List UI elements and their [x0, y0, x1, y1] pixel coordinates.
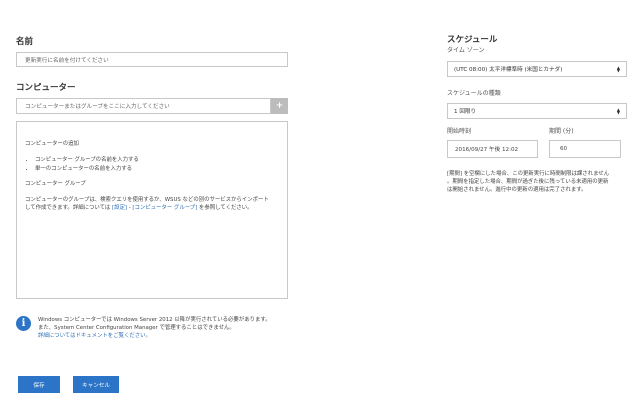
computer-search-input[interactable]: コンピューターまたはグループをここに入力してください: [16, 98, 271, 114]
desc-suffix: を参照してください。: [197, 204, 253, 211]
info-icon: i: [16, 316, 31, 331]
select-arrows-icon: ▲ ▼: [616, 107, 620, 115]
timezone-value: (UTC 08:00) 太平洋標準時 (米国とカナダ): [454, 67, 563, 73]
computer-search-placeholder: コンピューターまたはグループをここに入力してください: [25, 104, 170, 110]
computers-label: コンピューター: [16, 83, 76, 93]
note-text: [期間] を空欄にした場合、この更新実行に時間制限は課されませ: [447, 171, 604, 177]
schedule-note-line-1: [期間] を空欄にした場合、この更新実行に時間制限は課されません: [447, 170, 640, 178]
computer-groups-link[interactable]: [コンピューター グループ]: [132, 205, 197, 211]
schedule-type-select[interactable]: 1 回限り ▲ ▼: [447, 103, 627, 119]
computer-groups-desc-2: して作成できます。詳細については [設定] - [コンピューター グループ] を…: [25, 204, 279, 212]
name-input[interactable]: 更新実行に名前を付けてください: [16, 52, 288, 67]
schedule-type-value: 1 回限り: [454, 109, 477, 115]
schedule-note-line-3: は開始されません。進行中の更新の適用は完了されます。: [447, 187, 587, 194]
computer-groups-title: コンピューター グループ: [25, 181, 86, 188]
add-computers-title: コンピューターの追加: [25, 141, 79, 147]
note-text-end: ん: [603, 171, 610, 177]
add-computer-button[interactable]: +: [271, 98, 288, 114]
info-line-1: Windows コンピューターでは Windows Server 2012 以降…: [38, 317, 271, 323]
start-time-label: 開始時刻: [447, 128, 472, 135]
desc-prefix: して作成できます。詳細については: [25, 204, 112, 211]
list-item: コンピューター グループの名前を入力する: [35, 156, 279, 164]
cancel-button[interactable]: キャンセル: [73, 376, 119, 393]
list-item: 単一のコンピューターの名前を入力する: [35, 165, 279, 173]
docs-link[interactable]: 詳細についてはドキュメントをご覧ください。: [38, 332, 308, 340]
name-input-placeholder: 更新実行に名前を付けてください: [25, 57, 109, 64]
computer-groups-desc-1: コンピューターのグループは、検索クエリを使用するか、WSUS などの別のサービス…: [25, 196, 269, 203]
start-time-input[interactable]: 2016/09/27 午後 12:02: [447, 140, 538, 158]
timezone-select[interactable]: (UTC 08:00) 太平洋標準時 (米国とカナダ) ▲ ▼: [447, 61, 627, 77]
name-label: 名前: [16, 37, 34, 47]
settings-link[interactable]: [設定]: [112, 205, 127, 211]
schedule-type-label: スケジュールの種類: [447, 90, 501, 97]
computer-help-panel: コンピューターの追加 コンピューター グループの名前を入力する 単一のコンピュー…: [16, 121, 288, 299]
duration-input[interactable]: 60: [549, 140, 621, 158]
schedule-title: スケジュール: [447, 35, 498, 45]
info-note: Windows コンピューターでは Windows Server 2012 以降…: [38, 316, 308, 340]
save-button[interactable]: 保存: [18, 376, 60, 393]
duration-value: 60: [560, 146, 568, 152]
schedule-note: [期間] を空欄にした場合、この更新実行に時間制限は課されません 。期間を指定し…: [447, 170, 640, 194]
start-time-value: 2016/09/27 午後 12:02: [455, 147, 519, 153]
schedule-note-line-2: 。期間を指定した場合、期間が過ぎた後に残っている未適用の更新: [447, 179, 609, 186]
select-arrows-icon: ▲ ▼: [616, 65, 620, 73]
add-computers-list: コンピューター グループの名前を入力する 単一のコンピューターの名前を入力する: [25, 156, 279, 173]
info-line-2: また、System Center Configuration Manager で…: [38, 325, 235, 332]
timezone-label: タイム ゾーン: [447, 47, 485, 54]
duration-label: 期間 (分): [549, 128, 574, 135]
plus-icon: +: [275, 101, 284, 111]
